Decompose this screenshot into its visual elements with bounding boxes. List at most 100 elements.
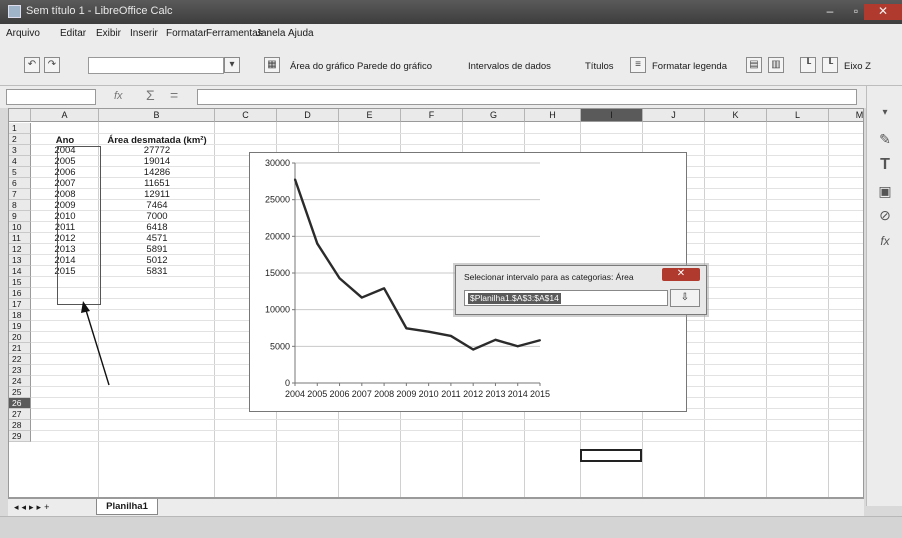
menu-arquivo[interactable]: Arquivo bbox=[6, 28, 40, 39]
column-header-d[interactable]: D bbox=[277, 109, 339, 122]
area-cell[interactable]: 27772 bbox=[101, 145, 213, 156]
column-header-b[interactable]: B bbox=[99, 109, 215, 122]
chart-element-select[interactable] bbox=[88, 57, 224, 74]
axis-x-icon[interactable]: ┖ bbox=[800, 57, 816, 73]
row-header-29[interactable]: 29 bbox=[9, 431, 31, 442]
row-header-28[interactable]: 28 bbox=[9, 420, 31, 431]
menu-ferramentas[interactable]: Ferramentas bbox=[206, 28, 263, 39]
tab-navigation-arrows[interactable]: ◂◂▸▸+ bbox=[14, 502, 52, 513]
area-cell[interactable]: 7000 bbox=[101, 211, 213, 222]
chart-area-button[interactable]: Área do gráfico bbox=[290, 61, 354, 72]
name-box[interactable] bbox=[6, 89, 96, 105]
tab-planilha1[interactable]: Planilha1 bbox=[96, 499, 158, 515]
area-cell[interactable]: 5831 bbox=[101, 266, 213, 277]
chevron-down-icon[interactable]: ▾ bbox=[224, 57, 240, 73]
navigator-icon[interactable]: ⊘ bbox=[875, 206, 895, 224]
row-header-17[interactable]: 17 bbox=[9, 299, 31, 310]
row-header-27[interactable]: 27 bbox=[9, 409, 31, 420]
column-header-c[interactable]: C bbox=[215, 109, 277, 122]
dialog-close-button[interactable]: ✕ bbox=[662, 268, 700, 281]
row-header-6[interactable]: 6 bbox=[9, 178, 31, 189]
row-header-8[interactable]: 8 bbox=[9, 200, 31, 211]
row-header-13[interactable]: 13 bbox=[9, 255, 31, 266]
row-header-14[interactable]: 14 bbox=[9, 266, 31, 277]
menu-janela[interactable]: Janela bbox=[256, 28, 285, 39]
row-header-3[interactable]: 3 bbox=[9, 145, 31, 156]
spreadsheet-grid[interactable]: ABCDEFGHIJKLM 1 2 3 4 5 6 7 8 9 10 11 12 13 14 15 16 17 1… bbox=[8, 108, 864, 498]
area-cell[interactable]: 6418 bbox=[101, 222, 213, 233]
menu-editar[interactable]: Editar bbox=[60, 28, 86, 39]
corner-select-all[interactable] bbox=[9, 109, 31, 122]
row-header-10[interactable]: 10 bbox=[9, 222, 31, 233]
row-header-25[interactable]: 25 bbox=[9, 387, 31, 398]
wrench-icon[interactable]: ✎ bbox=[875, 130, 895, 148]
row-header-1[interactable]: 1 bbox=[9, 123, 31, 134]
menu-formatar[interactable]: Formatar bbox=[166, 28, 207, 39]
column-header-a[interactable]: A bbox=[31, 109, 99, 122]
function-wizard-icon[interactable]: fx bbox=[114, 90, 123, 102]
chart-wall-button[interactable]: Parede do gráfico bbox=[357, 61, 432, 72]
row-header-4[interactable]: 4 bbox=[9, 156, 31, 167]
active-cell-cursor[interactable] bbox=[580, 449, 642, 462]
expand-dialog-button[interactable]: ⇩ bbox=[670, 289, 700, 307]
sum-icon[interactable]: Σ bbox=[146, 87, 155, 103]
column-header-l[interactable]: L bbox=[767, 109, 829, 122]
area-cell[interactable]: 4571 bbox=[101, 233, 213, 244]
row-header-20[interactable]: 20 bbox=[9, 332, 31, 343]
row-header-15[interactable]: 15 bbox=[9, 277, 31, 288]
area-cell[interactable]: 11651 bbox=[101, 178, 213, 189]
row-header-26[interactable]: 26 bbox=[9, 398, 31, 409]
column-header-m[interactable]: M bbox=[829, 109, 863, 122]
data-ranges-button[interactable]: Intervalos de dados bbox=[468, 61, 551, 72]
close-window-button[interactable]: ✕ bbox=[864, 4, 902, 20]
axis-z-button[interactable]: Eixo Z bbox=[844, 61, 871, 72]
row-header-23[interactable]: 23 bbox=[9, 365, 31, 376]
row-header-7[interactable]: 7 bbox=[9, 189, 31, 200]
row-header-5[interactable]: 5 bbox=[9, 167, 31, 178]
sidebar-menu-icon[interactable]: ▾ bbox=[875, 104, 895, 122]
area-cell[interactable]: 5012 bbox=[101, 255, 213, 266]
text-format-icon[interactable]: T bbox=[875, 156, 895, 174]
area-cell[interactable]: 7464 bbox=[101, 200, 213, 211]
formula-input[interactable] bbox=[197, 89, 857, 105]
legend-icon[interactable]: ≡ bbox=[630, 57, 646, 73]
menu-ajuda[interactable]: Ajuda bbox=[288, 28, 314, 39]
row-header-24[interactable]: 24 bbox=[9, 376, 31, 387]
column-header-f[interactable]: F bbox=[401, 109, 463, 122]
column-header-e[interactable]: E bbox=[339, 109, 401, 122]
axis-y-icon[interactable]: ┖ bbox=[822, 57, 838, 73]
functions-icon[interactable]: fx bbox=[875, 232, 895, 250]
y-tick-label: 10000 bbox=[265, 305, 290, 315]
area-cell[interactable]: 5891 bbox=[101, 244, 213, 255]
column-header-g[interactable]: G bbox=[463, 109, 525, 122]
row-header-9[interactable]: 9 bbox=[9, 211, 31, 222]
undo-icon[interactable]: ↶ bbox=[24, 57, 40, 73]
column-header-k[interactable]: K bbox=[705, 109, 767, 122]
row-header-16[interactable]: 16 bbox=[9, 288, 31, 299]
menu-exibir[interactable]: Exibir bbox=[96, 28, 121, 39]
formula-equals-icon[interactable]: = bbox=[170, 87, 178, 103]
range-input[interactable]: $Planilha1.$A$3:$A$14 bbox=[464, 290, 668, 306]
row-header-11[interactable]: 11 bbox=[9, 233, 31, 244]
area-cell[interactable]: 14286 bbox=[101, 167, 213, 178]
row-header-18[interactable]: 18 bbox=[9, 310, 31, 321]
titles-button[interactable]: Títulos bbox=[585, 61, 614, 72]
column-header-j[interactable]: J bbox=[643, 109, 705, 122]
redo-icon[interactable]: ↷ bbox=[44, 57, 60, 73]
gallery-icon[interactable]: ▣ bbox=[875, 182, 895, 200]
row-header-19[interactable]: 19 bbox=[9, 321, 31, 332]
format-legend-button[interactable]: Formatar legenda bbox=[652, 61, 727, 72]
column-header-h[interactable]: H bbox=[525, 109, 581, 122]
menu-inserir[interactable]: Inserir bbox=[130, 28, 158, 39]
legend-toggle-icon[interactable]: ▤ bbox=[746, 57, 762, 73]
column-header-i[interactable]: I bbox=[581, 109, 643, 122]
row-header-21[interactable]: 21 bbox=[9, 343, 31, 354]
chart-area-icon[interactable]: ▦ bbox=[264, 57, 280, 73]
area-cell[interactable]: 19014 bbox=[101, 156, 213, 167]
area-cell[interactable]: 12911 bbox=[101, 189, 213, 200]
row-header-22[interactable]: 22 bbox=[9, 354, 31, 365]
row-header-12[interactable]: 12 bbox=[9, 244, 31, 255]
grid-icon[interactable]: ▥ bbox=[768, 57, 784, 73]
row-header-2[interactable]: 2 bbox=[9, 134, 31, 145]
minimize-button[interactable]: – bbox=[818, 4, 842, 20]
